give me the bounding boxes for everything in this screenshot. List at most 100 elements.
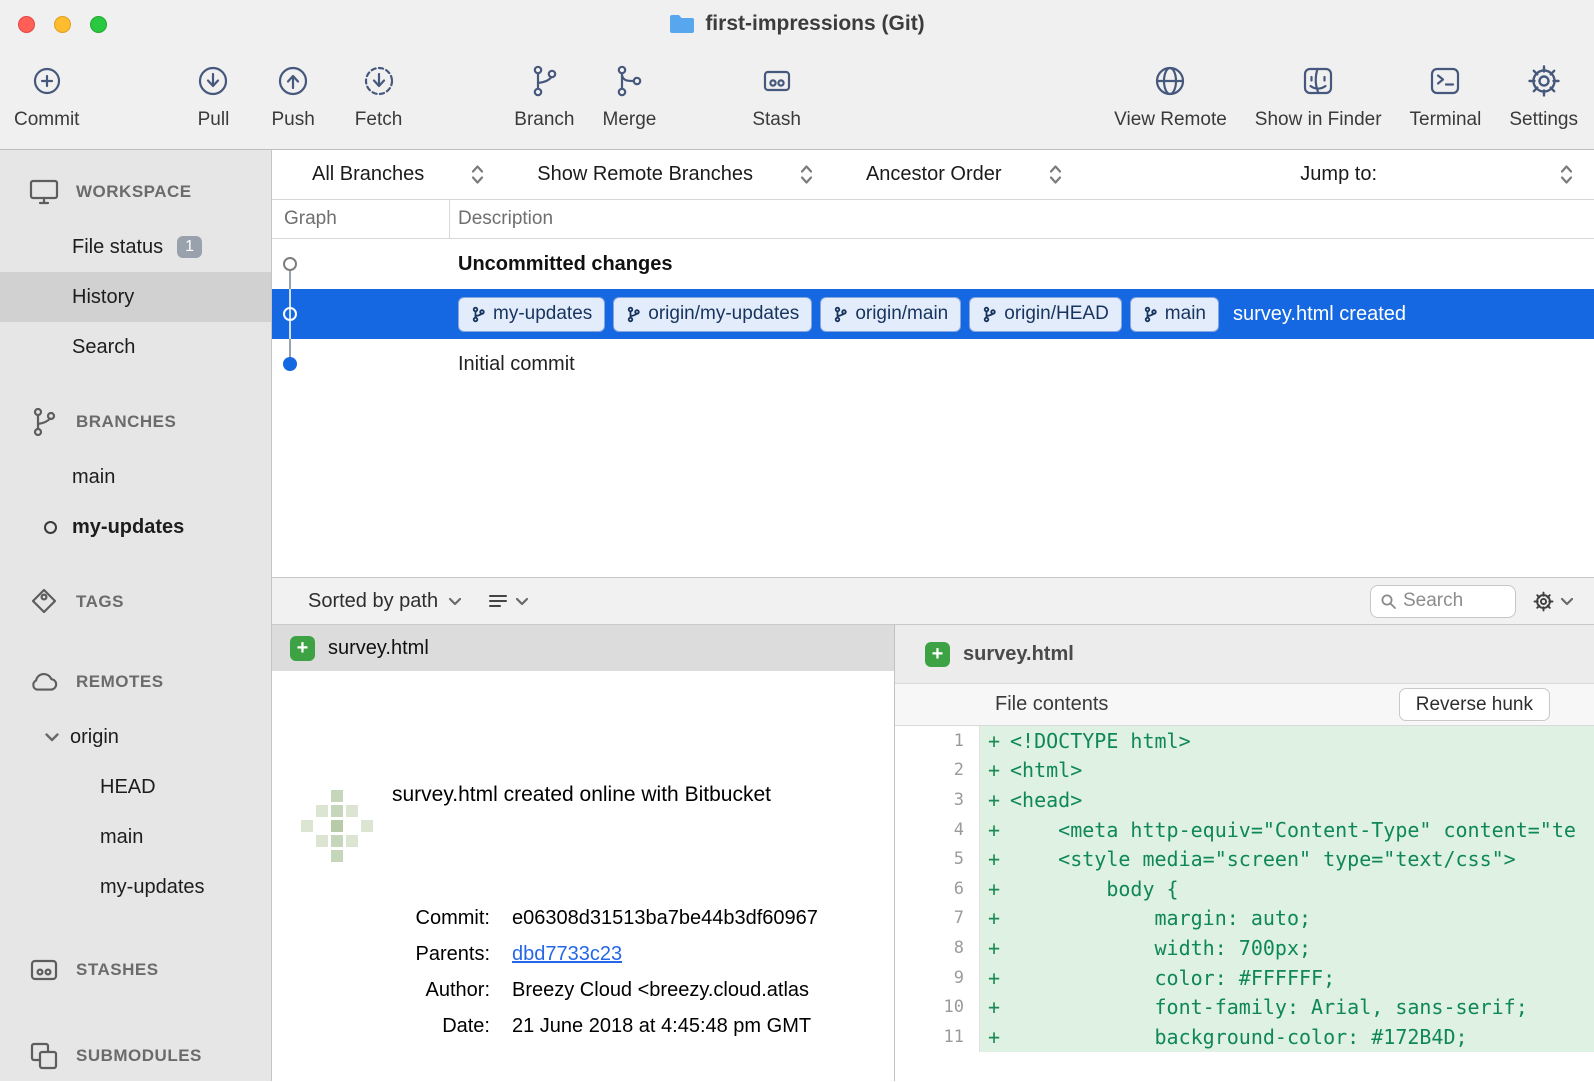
branch-my-updates-label: my-updates bbox=[72, 516, 184, 539]
sidebar-section-stashes[interactable]: STASHES bbox=[0, 948, 271, 992]
sidebar-item-history[interactable]: History bbox=[0, 272, 271, 322]
settings-button[interactable]: Settings bbox=[1509, 60, 1578, 131]
code-text: font-family: Arial, sans-serif; bbox=[1010, 992, 1594, 1022]
commit-hash-label: Commit: bbox=[272, 907, 512, 930]
ref-pill-origin-main[interactable]: origin/main bbox=[820, 297, 961, 332]
sidebar-item-branch-main[interactable]: main bbox=[0, 452, 271, 502]
origin-head-label: HEAD bbox=[100, 776, 156, 799]
added-sign: + bbox=[980, 844, 1010, 874]
date-value: 21 June 2018 at 4:45:48 pm GMT bbox=[512, 1015, 811, 1038]
branches-label: BRANCHES bbox=[76, 412, 176, 432]
show-in-finder-button[interactable]: Show in Finder bbox=[1255, 60, 1382, 131]
graph-column-header[interactable]: Graph bbox=[272, 200, 450, 238]
stepper-icon bbox=[470, 163, 485, 186]
history-label: History bbox=[72, 286, 134, 309]
sidebar-item-branch-my-updates[interactable]: my-updates bbox=[0, 502, 271, 552]
stepper-icon bbox=[1048, 163, 1063, 186]
commit-description: survey.html created bbox=[1233, 303, 1406, 326]
jump-to-dropdown[interactable]: Jump to: bbox=[1300, 163, 1574, 186]
added-sign: + bbox=[980, 756, 1010, 786]
commit-author-row: Author: Breezy Cloud <breezy.cloud.atlas bbox=[272, 979, 894, 1002]
sidebar-section-submodules[interactable]: SUBMODULES bbox=[0, 1034, 271, 1078]
sidebar-item-origin-main[interactable]: main bbox=[0, 812, 271, 862]
added-sign: + bbox=[980, 992, 1010, 1022]
ref-pill-origin-my-updates[interactable]: origin/my-updates bbox=[613, 297, 812, 332]
description-column-header[interactable]: Description bbox=[450, 208, 553, 230]
file-search-field[interactable] bbox=[1370, 585, 1516, 618]
line-number: 8 bbox=[895, 933, 980, 963]
stash-button[interactable]: Stash bbox=[752, 60, 801, 131]
diff-line: 7+ margin: auto; bbox=[895, 904, 1594, 934]
ref-label: origin/main bbox=[855, 303, 948, 325]
sidebar-item-search[interactable]: Search bbox=[0, 322, 271, 372]
added-sign: + bbox=[980, 785, 1010, 815]
order-label: Ancestor Order bbox=[866, 163, 1002, 186]
author-value: Breezy Cloud <breezy.cloud.atlas bbox=[512, 979, 809, 1002]
terminal-button[interactable]: Terminal bbox=[1410, 60, 1482, 131]
push-button[interactable]: Push bbox=[271, 60, 314, 131]
commit-row-initial[interactable]: Initial commit bbox=[272, 339, 1594, 389]
search-input[interactable] bbox=[1403, 590, 1506, 612]
sidebar-item-origin-my-updates[interactable]: my-updates bbox=[0, 862, 271, 912]
branch-button[interactable]: Branch bbox=[514, 60, 574, 131]
sort-dropdown[interactable]: Sorted by path bbox=[308, 590, 462, 613]
ref-pill-my-updates[interactable]: my-updates bbox=[458, 297, 605, 332]
order-dropdown[interactable]: Ancestor Order bbox=[866, 163, 1063, 186]
fetch-button[interactable]: Fetch bbox=[355, 60, 403, 131]
code-text: <html> bbox=[1010, 756, 1594, 786]
line-number: 7 bbox=[895, 904, 980, 934]
ref-label: my-updates bbox=[493, 303, 592, 325]
filter-bar: All Branches Show Remote Branches Ancest… bbox=[272, 150, 1594, 200]
author-label: Author: bbox=[272, 979, 512, 1002]
stash-label: Stash bbox=[752, 109, 801, 131]
file-list-item[interactable]: + survey.html bbox=[272, 625, 894, 671]
stash-icon bbox=[759, 60, 795, 102]
close-button[interactable] bbox=[18, 16, 35, 33]
added-sign: + bbox=[980, 815, 1010, 845]
stepper-icon bbox=[799, 163, 814, 186]
line-number: 4 bbox=[895, 815, 980, 845]
ref-pill-origin-head[interactable]: origin/HEAD bbox=[969, 297, 1122, 332]
parents-label: Parents: bbox=[272, 943, 512, 966]
remote-branches-dropdown[interactable]: Show Remote Branches bbox=[537, 163, 814, 186]
branch-ref-icon bbox=[626, 306, 641, 323]
line-number: 9 bbox=[895, 963, 980, 993]
reverse-hunk-button[interactable]: Reverse hunk bbox=[1399, 688, 1550, 721]
minimize-button[interactable] bbox=[54, 16, 71, 33]
sidebar-item-origin[interactable]: origin bbox=[0, 712, 271, 762]
commit-button[interactable]: Commit bbox=[14, 60, 79, 131]
branches-icon bbox=[28, 406, 60, 438]
line-number: 5 bbox=[895, 844, 980, 874]
sidebar-item-origin-head[interactable]: HEAD bbox=[0, 762, 271, 812]
sidebar-section-branches[interactable]: BRANCHES bbox=[0, 400, 271, 444]
line-number: 11 bbox=[895, 1022, 980, 1052]
merge-button[interactable]: Merge bbox=[603, 60, 657, 131]
file-options-dropdown[interactable] bbox=[1532, 590, 1574, 613]
window-title-text: first-impressions (Git) bbox=[705, 12, 924, 36]
graph-cell bbox=[272, 239, 450, 289]
sidebar-section-tags[interactable]: TAGS bbox=[0, 580, 271, 624]
parent-commit-link[interactable]: dbd7733c23 bbox=[512, 943, 622, 966]
added-sign: + bbox=[980, 874, 1010, 904]
history-table-header: Graph Description bbox=[272, 200, 1594, 239]
view-remote-button[interactable]: View Remote bbox=[1114, 60, 1227, 131]
branch-filter-dropdown[interactable]: All Branches bbox=[312, 163, 485, 186]
branch-ref-icon bbox=[471, 306, 486, 323]
zoom-button[interactable] bbox=[90, 16, 107, 33]
sidebar-section-remotes[interactable]: REMOTES bbox=[0, 660, 271, 704]
tag-icon bbox=[28, 586, 60, 618]
main-toolbar: Commit Pull Push Fetch Branch bbox=[0, 48, 1594, 150]
pull-button[interactable]: Pull bbox=[195, 60, 231, 131]
commit-label: Commit bbox=[14, 109, 79, 131]
sidebar-item-file-status[interactable]: File status 1 bbox=[0, 222, 271, 272]
code-text: body { bbox=[1010, 874, 1594, 904]
added-sign: + bbox=[980, 726, 1010, 756]
commit-title: survey.html created online with Bitbucke… bbox=[392, 783, 894, 807]
view-options-dropdown[interactable] bbox=[488, 593, 529, 609]
graph-node-icon bbox=[283, 307, 297, 321]
commit-row-selected[interactable]: my-updates origin/my-updates origin/main… bbox=[272, 289, 1594, 339]
commit-row-uncommitted[interactable]: Uncommitted changes bbox=[272, 239, 1594, 289]
sidebar-section-workspace[interactable]: WORKSPACE bbox=[0, 170, 271, 214]
ref-pill-main[interactable]: main bbox=[1130, 297, 1219, 332]
diff-file-header[interactable]: + survey.html bbox=[895, 625, 1594, 683]
